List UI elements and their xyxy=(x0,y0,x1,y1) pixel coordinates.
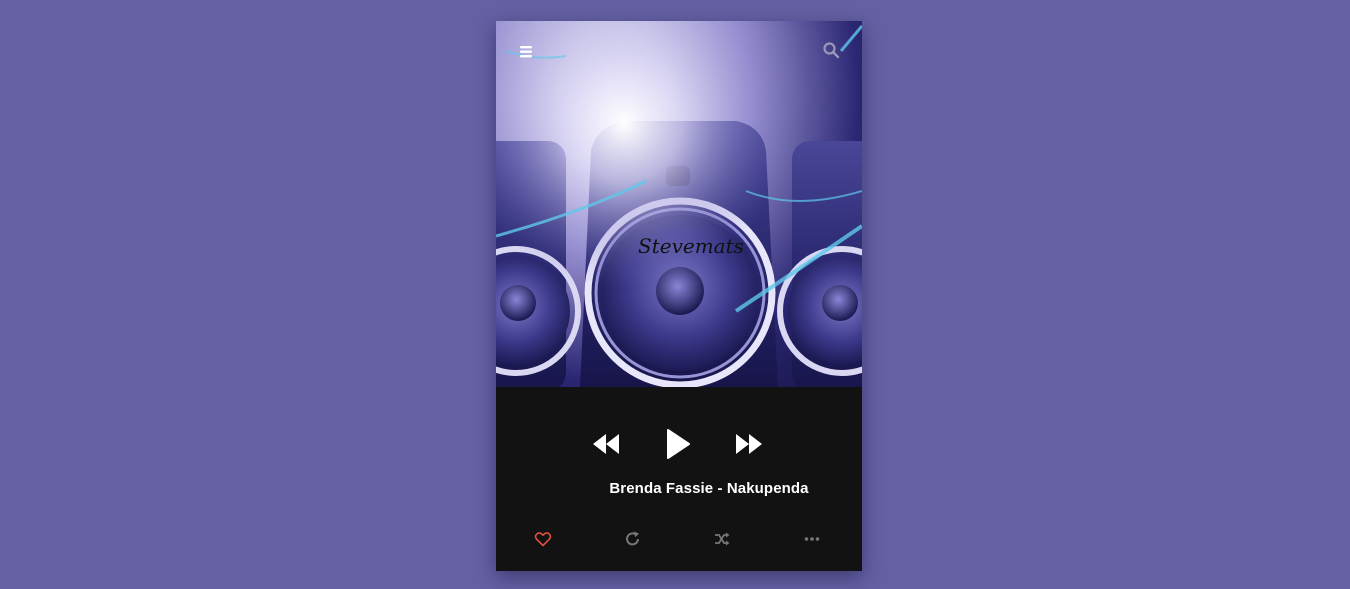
music-player-card: Stevemats Brenda Fassie - Nakupenda xyxy=(496,21,862,571)
track-title: Brenda Fassie - Nakupenda xyxy=(609,480,809,497)
action-bar xyxy=(496,527,862,551)
search-icon[interactable] xyxy=(822,41,840,59)
heart-icon[interactable] xyxy=(534,530,552,548)
more-icon[interactable] xyxy=(803,530,821,548)
stevemats-logo: Stevemats xyxy=(638,234,744,258)
fast-forward-icon[interactable] xyxy=(736,434,764,458)
play-icon[interactable] xyxy=(666,429,690,463)
rewind-icon[interactable] xyxy=(593,434,621,458)
album-cover: Stevemats xyxy=(496,21,862,387)
menu-icon[interactable] xyxy=(518,43,536,61)
speaker-artwork: Stevemats xyxy=(496,21,862,387)
shuffle-icon[interactable] xyxy=(713,530,731,548)
playback-controls xyxy=(496,425,862,465)
repeat-icon[interactable] xyxy=(624,530,642,548)
